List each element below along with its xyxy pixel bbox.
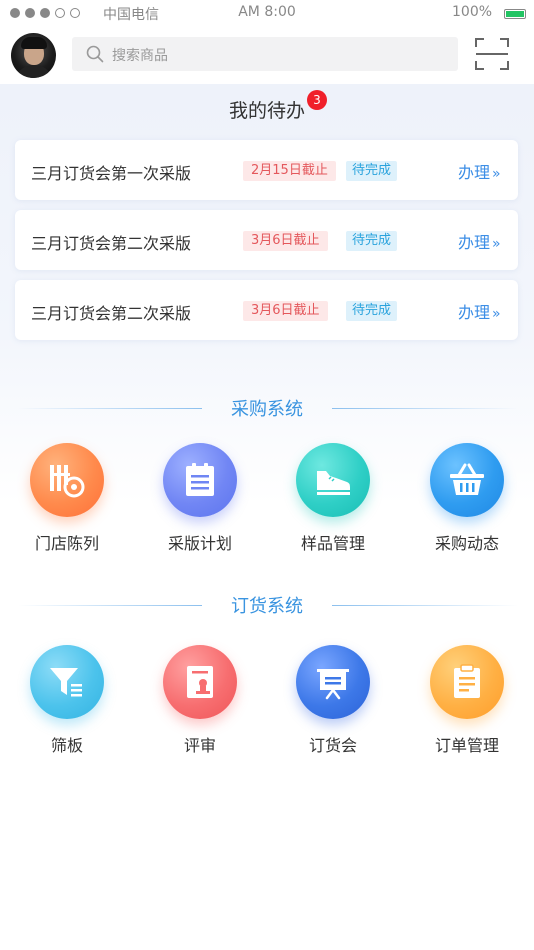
todo-title: 我的待办 bbox=[228, 100, 305, 122]
menu-label: 门店陈列 bbox=[34, 534, 99, 553]
search-placeholder: 搜索商品 bbox=[112, 48, 168, 64]
menu-label: 采版计划 bbox=[167, 534, 232, 553]
deadline-tag: 3月6日截止 bbox=[243, 301, 328, 321]
handle-label: 办理 bbox=[458, 303, 491, 322]
todo-item[interactable]: 三月订货会第二次采版 3月6日截止 待完成 办理» bbox=[15, 210, 518, 270]
battery-percent: 100% bbox=[452, 4, 493, 20]
scan-icon[interactable] bbox=[475, 38, 509, 70]
handle-button[interactable]: 办理» bbox=[458, 159, 501, 183]
order-system-header: 订货系统 bbox=[0, 592, 534, 618]
handle-label: 办理 bbox=[458, 233, 491, 252]
todo-count-badge: 3 bbox=[307, 90, 327, 110]
store-display-icon bbox=[30, 443, 104, 517]
todo-item-name: 三月订货会第二次采版 bbox=[31, 234, 192, 253]
menu-label: 样品管理 bbox=[300, 534, 365, 553]
todo-item[interactable]: 三月订货会第二次采版 3月6日截止 待完成 办理» bbox=[15, 280, 518, 340]
purchase-system-header: 采购系统 bbox=[0, 395, 534, 421]
search-icon bbox=[86, 45, 104, 63]
menu-label: 订单管理 bbox=[434, 736, 499, 755]
filter-icon bbox=[30, 645, 104, 719]
status-badge: 待完成 bbox=[346, 161, 398, 181]
todo-item-name: 三月订货会第一次采版 bbox=[31, 164, 192, 183]
avatar[interactable] bbox=[11, 33, 56, 78]
search-input[interactable]: 搜索商品 bbox=[72, 37, 458, 71]
status-bar: 中国电信 AM 8:00 100% bbox=[0, 0, 534, 26]
double-chevron-right-icon: » bbox=[492, 236, 501, 252]
menu-label: 订货会 bbox=[308, 736, 357, 755]
menu-review[interactable]: 评审 bbox=[145, 645, 255, 756]
menu-label: 采购动态 bbox=[434, 534, 499, 553]
battery-icon bbox=[504, 9, 526, 19]
menu-sample-management[interactable]: 样品管理 bbox=[278, 443, 388, 554]
deadline-tag: 3月6日截止 bbox=[243, 231, 328, 251]
app-header: 搜索商品 bbox=[0, 26, 534, 84]
handle-label: 办理 bbox=[458, 163, 491, 182]
todo-item-name: 三月订货会第二次采版 bbox=[31, 304, 192, 323]
status-badge: 待完成 bbox=[346, 231, 398, 251]
menu-store-display[interactable]: 门店陈列 bbox=[12, 443, 122, 554]
order-clipboard-icon bbox=[430, 645, 504, 719]
plan-clipboard-icon bbox=[163, 443, 237, 517]
basket-icon bbox=[430, 443, 504, 517]
status-badge: 待完成 bbox=[346, 301, 398, 321]
double-chevron-right-icon: » bbox=[492, 306, 501, 322]
sneaker-icon bbox=[296, 443, 370, 517]
menu-label: 筛板 bbox=[50, 736, 83, 755]
double-chevron-right-icon: » bbox=[492, 166, 501, 182]
menu-purchase-news[interactable]: 采购动态 bbox=[412, 443, 522, 554]
menu-purchase-plan[interactable]: 采版计划 bbox=[145, 443, 255, 554]
menu-order-fair[interactable]: 订货会 bbox=[278, 645, 388, 756]
menu-label: 评审 bbox=[183, 736, 216, 755]
review-icon bbox=[163, 645, 237, 719]
menu-order-management[interactable]: 订单管理 bbox=[412, 645, 522, 756]
menu-filter-board[interactable]: 筛板 bbox=[12, 645, 122, 756]
presentation-icon bbox=[296, 645, 370, 719]
handle-button[interactable]: 办理» bbox=[458, 299, 501, 323]
deadline-tag: 2月15日截止 bbox=[243, 161, 336, 181]
handle-button[interactable]: 办理» bbox=[458, 229, 501, 253]
todo-item[interactable]: 三月订货会第一次采版 2月15日截止 待完成 办理» bbox=[15, 140, 518, 200]
